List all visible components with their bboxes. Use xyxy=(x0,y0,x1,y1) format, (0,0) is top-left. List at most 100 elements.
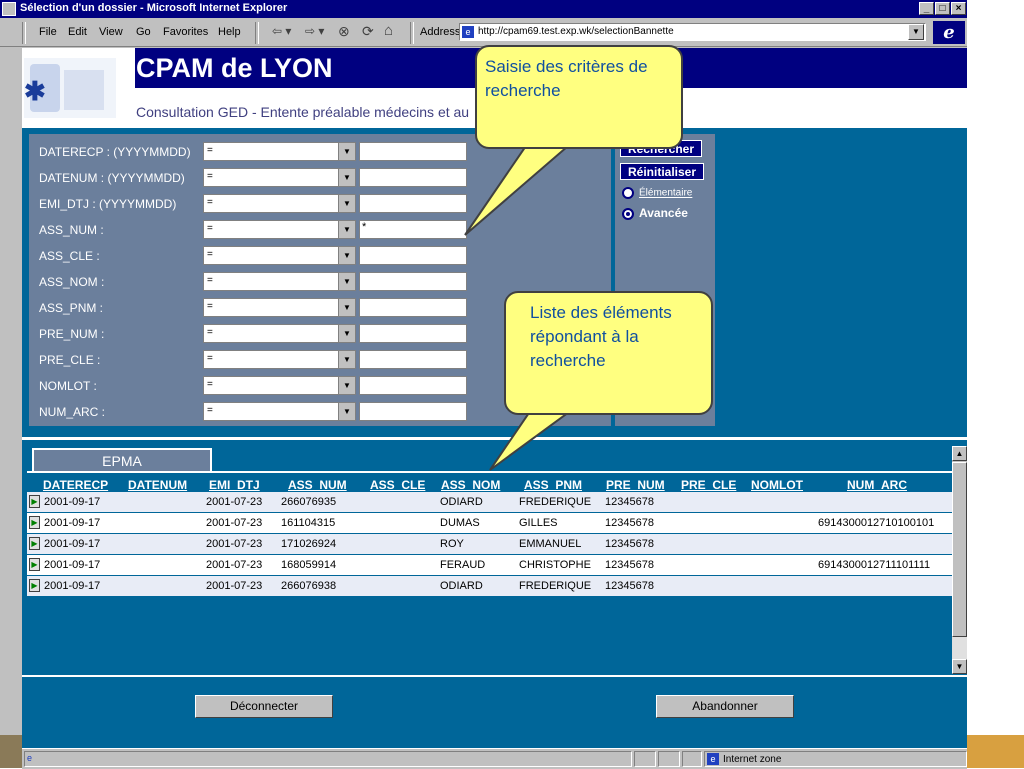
column-header[interactable]: NOMLOT xyxy=(751,478,803,492)
column-header[interactable]: PRE_CLE xyxy=(681,478,736,492)
operator-value[interactable]: = xyxy=(207,327,213,338)
criteria-value-input[interactable] xyxy=(359,272,467,291)
criteria-value-input[interactable] xyxy=(359,376,467,395)
minimize-button[interactable]: _ xyxy=(919,2,934,15)
operator-value[interactable]: = xyxy=(207,301,213,312)
column-header[interactable]: ASS_PNM xyxy=(524,478,582,492)
chevron-down-icon[interactable]: ▼ xyxy=(338,299,355,316)
chevron-down-icon[interactable]: ▼ xyxy=(338,351,355,368)
operator-select[interactable]: = ▼ xyxy=(203,142,356,161)
row-open-icon[interactable]: ▶ xyxy=(29,558,40,571)
scroll-thumb[interactable] xyxy=(952,462,967,637)
column-header[interactable]: ASS_CLE xyxy=(370,478,425,492)
address-dropdown-icon[interactable]: ▼ xyxy=(908,24,924,40)
criteria-value-input[interactable] xyxy=(359,168,467,187)
operator-select[interactable]: = ▼ xyxy=(203,272,356,291)
operator-select[interactable]: = ▼ xyxy=(203,220,356,239)
column-header[interactable]: ASS_NUM xyxy=(288,478,347,492)
chevron-down-icon[interactable]: ▼ xyxy=(338,247,355,264)
operator-value[interactable]: = xyxy=(207,249,213,260)
cell-daterecp: 2001-09-17 xyxy=(44,538,101,550)
chevron-down-icon[interactable]: ▼ xyxy=(338,169,355,186)
table-row[interactable]: ▶ 2001-09-17 2001-07-23 266076938 ODIARD FRED… xyxy=(27,576,952,596)
mode-advanced-option[interactable]: Avancée xyxy=(622,206,688,220)
scroll-up-icon[interactable]: ▲ xyxy=(952,446,967,461)
table-row[interactable]: ▶ 2001-09-17 2001-07-23 161104315 DUMAS GILLE… xyxy=(27,513,952,533)
scroll-down-icon[interactable]: ▼ xyxy=(952,659,967,674)
operator-select[interactable]: = ▼ xyxy=(203,246,356,265)
row-open-icon[interactable]: ▶ xyxy=(29,579,40,592)
criteria-value-input[interactable] xyxy=(359,246,467,265)
column-header[interactable]: NUM_ARC xyxy=(847,478,907,492)
menu-edit[interactable]: Edit xyxy=(68,26,87,38)
operator-value[interactable]: = xyxy=(207,275,213,286)
menu-help[interactable]: Help xyxy=(218,26,241,38)
criteria-value-input[interactable] xyxy=(359,194,467,213)
table-row[interactable]: ▶ 2001-09-17 2001-07-23 168059914 FERAUD CHRI… xyxy=(27,555,952,575)
refresh-icon[interactable]: ⟳ xyxy=(362,23,374,40)
criteria-value-input[interactable] xyxy=(359,298,467,317)
table-row[interactable]: ▶ 2001-09-17 2001-07-23 266076935 ODIARD FRED… xyxy=(27,492,952,512)
criteria-value-input[interactable] xyxy=(359,350,467,369)
address-url[interactable]: http://cpam69.test.exp.wk/selectionBanne… xyxy=(478,26,674,37)
mode-basic-option[interactable]: Élémentaire xyxy=(622,187,692,199)
operator-select[interactable]: = ▼ xyxy=(203,298,356,317)
cell-ass_num: 266076938 xyxy=(281,580,337,592)
reset-button[interactable]: Réinitialiser xyxy=(620,163,704,180)
operator-value[interactable]: = xyxy=(207,171,213,182)
back-icon[interactable]: ⇦ ▾ xyxy=(272,24,291,38)
operator-select[interactable]: = ▼ xyxy=(203,168,356,187)
menu-file[interactable]: File xyxy=(39,26,57,38)
mode-advanced-label[interactable]: Avancée xyxy=(639,206,688,220)
chevron-down-icon[interactable]: ▼ xyxy=(338,325,355,342)
row-open-icon[interactable]: ▶ xyxy=(29,537,40,550)
radio-basic[interactable] xyxy=(622,187,634,199)
column-header[interactable]: EMI_DTJ xyxy=(209,478,260,492)
cell-daterecp: 2001-09-17 xyxy=(44,559,101,571)
tab-epma[interactable]: EPMA xyxy=(32,448,212,472)
chevron-down-icon[interactable]: ▼ xyxy=(338,143,355,160)
column-header[interactable]: DATERECP xyxy=(43,478,108,492)
operator-select[interactable]: = ▼ xyxy=(203,376,356,395)
maximize-button[interactable]: □ xyxy=(935,2,950,15)
operator-select[interactable]: = ▼ xyxy=(203,194,356,213)
chevron-down-icon[interactable]: ▼ xyxy=(338,221,355,238)
chevron-down-icon[interactable]: ▼ xyxy=(338,273,355,290)
operator-select[interactable]: = ▼ xyxy=(203,324,356,343)
mode-basic-label[interactable]: Élémentaire xyxy=(639,188,692,199)
disconnect-button[interactable]: Déconnecter xyxy=(195,695,333,718)
operator-value[interactable]: = xyxy=(207,197,213,208)
abandon-button[interactable]: Abandonner xyxy=(656,695,794,718)
criteria-value-input[interactable] xyxy=(359,324,467,343)
operator-value[interactable]: = xyxy=(207,405,213,416)
forward-icon[interactable]: ⇨ ▾ xyxy=(305,24,324,38)
column-header[interactable]: DATENUM xyxy=(128,478,187,492)
results-scrollbar[interactable]: ▲ ▼ xyxy=(952,446,967,674)
operator-value[interactable]: = xyxy=(207,379,213,390)
chevron-down-icon[interactable]: ▼ xyxy=(338,377,355,394)
criteria-value-input[interactable] xyxy=(359,142,467,161)
stop-icon[interactable]: ⊗ xyxy=(338,23,350,40)
menu-favorites[interactable]: Favorites xyxy=(163,26,208,38)
column-header[interactable]: PRE_NUM xyxy=(606,478,665,492)
menu-go[interactable]: Go xyxy=(136,26,151,38)
criteria-row: ASS_CLE : = ▼ xyxy=(29,244,611,266)
column-header[interactable]: ASS_NOM xyxy=(441,478,500,492)
chevron-down-icon[interactable]: ▼ xyxy=(338,403,355,420)
close-button[interactable]: × xyxy=(951,2,966,15)
address-field[interactable]: e http://cpam69.test.exp.wk/selectionBan… xyxy=(459,23,926,41)
row-open-icon[interactable]: ▶ xyxy=(29,516,40,529)
operator-value[interactable]: = xyxy=(207,223,213,234)
home-icon[interactable]: ⌂ xyxy=(384,22,393,39)
row-open-icon[interactable]: ▶ xyxy=(29,495,40,508)
chevron-down-icon[interactable]: ▼ xyxy=(338,195,355,212)
operator-value[interactable]: = xyxy=(207,145,213,156)
operator-select[interactable]: = ▼ xyxy=(203,350,356,369)
operator-select[interactable]: = ▼ xyxy=(203,402,356,421)
operator-value[interactable]: = xyxy=(207,353,213,364)
table-row[interactable]: ▶ 2001-09-17 2001-07-23 171026924 ROY EMMANUE… xyxy=(27,534,952,554)
criteria-value-input[interactable]: * xyxy=(359,220,467,239)
menu-view[interactable]: View xyxy=(99,26,123,38)
radio-advanced[interactable] xyxy=(622,207,634,220)
criteria-value-input[interactable] xyxy=(359,402,467,421)
